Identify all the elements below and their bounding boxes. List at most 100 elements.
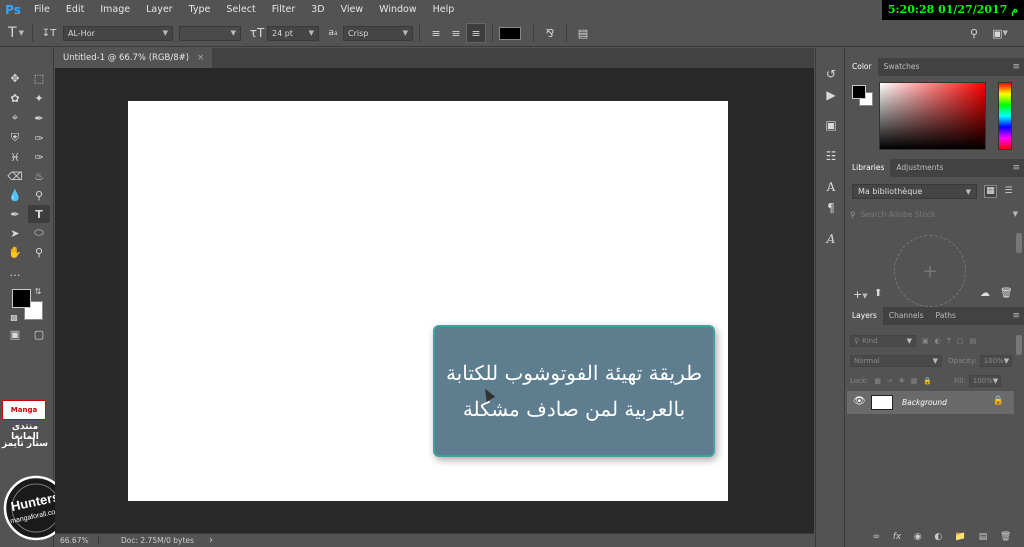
visibility-eye-icon[interactable]: 👁 (853, 396, 866, 407)
libraries-scrollbar[interactable] (1016, 233, 1022, 253)
screen-mode-icon[interactable]: ▢ (28, 325, 50, 343)
tab-color[interactable]: Color (846, 58, 878, 76)
pen-tool-icon[interactable]: ✒ (4, 205, 26, 223)
layer-lock-icon[interactable]: 🔒 (993, 396, 1004, 406)
move-tool-icon[interactable]: ✥ (4, 69, 26, 87)
dodge-tool-icon[interactable]: ⚲ (28, 186, 50, 204)
canvas-workspace[interactable]: طريقة تهيئة الفوتوشوب للكتابة بالعربية ل… (55, 68, 814, 533)
path-selection-tool-icon[interactable]: ➤ (4, 224, 26, 242)
menu-filter[interactable]: Filter (264, 0, 304, 20)
list-view-icon[interactable]: ☰ (1002, 185, 1015, 198)
history-panel-icon[interactable]: ↺ (821, 65, 841, 83)
actions-panel-icon[interactable]: ▶ (821, 86, 841, 104)
close-icon[interactable]: × (197, 48, 204, 68)
ellipse-tool-icon[interactable]: ⬭ (28, 224, 50, 242)
clone-source-panel-icon[interactable]: ☷ (821, 147, 841, 165)
color-picker-field[interactable] (879, 82, 986, 150)
layer-style-icon[interactable]: fx (893, 532, 902, 542)
menu-image[interactable]: Image (92, 0, 138, 20)
delete-layer-icon[interactable]: 🗑 (1000, 532, 1011, 542)
lock-pixels-icon[interactable]: ✑ (887, 377, 893, 385)
panel-menu-icon[interactable]: ≡ (1012, 311, 1020, 321)
filter-smart-object-icon[interactable]: ▤ (970, 337, 977, 345)
tab-channels[interactable]: Channels (883, 307, 930, 325)
eyedropper-tool-icon[interactable]: ✒ (28, 109, 50, 127)
text-color-swatch[interactable] (499, 26, 521, 40)
swap-colors-icon[interactable]: ⇅ (32, 285, 44, 297)
menu-type[interactable]: Type (181, 0, 219, 20)
text-orientation-icon[interactable]: ↧T (39, 23, 59, 43)
add-mask-icon[interactable]: ◉ (914, 532, 922, 542)
eraser-tool-icon[interactable]: ⌫ (4, 167, 26, 185)
tab-adjustments[interactable]: Adjustments (890, 159, 949, 177)
hand-tool-icon[interactable]: ✋ (4, 243, 26, 261)
lock-all-icon[interactable]: 🔒 (923, 377, 932, 385)
fill-field[interactable]: 100% ▼ (968, 374, 1001, 387)
antialias-select[interactable]: Crisp ▼ (343, 25, 413, 41)
stock-search-field[interactable]: ⚲ Search Adobe Stock ▼ (850, 207, 1018, 221)
search-icon[interactable]: ⚲ (964, 23, 984, 43)
library-drop-zone[interactable]: + (894, 235, 966, 307)
creative-cloud-icon[interactable]: ☁ (980, 288, 990, 299)
type-tool-icon[interactable]: T (28, 205, 50, 223)
menu-help[interactable]: Help (425, 0, 463, 20)
tab-swatches[interactable]: Swatches (878, 58, 926, 76)
filter-adjustment-icon[interactable]: ◐ (935, 337, 941, 345)
character-panel-icon[interactable]: ▤ (573, 23, 593, 43)
add-content-icon[interactable]: +▼ (853, 288, 868, 301)
opacity-field[interactable]: 100% ▼ (979, 354, 1012, 367)
blend-mode-select[interactable]: Normal ▼ (850, 354, 942, 367)
font-family-select[interactable]: AL-Hor ▼ (63, 25, 173, 41)
marquee-tool-icon[interactable]: ⬚ (28, 69, 50, 87)
lock-artboard-icon[interactable]: ▦ (911, 377, 918, 385)
menu-layer[interactable]: Layer (138, 0, 181, 20)
filter-shape-icon[interactable]: □ (957, 337, 964, 345)
align-center-icon[interactable]: ≡ (446, 23, 466, 43)
menu-file[interactable]: File (26, 0, 58, 20)
grid-view-icon[interactable]: ▦ (984, 185, 997, 198)
layers-scrollbar[interactable] (1016, 335, 1022, 355)
warp-text-icon[interactable]: ⅋ (540, 23, 560, 43)
zoom-tool-icon[interactable]: ⚲ (28, 243, 50, 261)
quick-mask-icon[interactable]: ▣ (4, 325, 26, 343)
layer-row-background[interactable]: 👁 Background 🔒 (847, 391, 1014, 414)
menu-edit[interactable]: Edit (58, 0, 92, 20)
default-colors-icon[interactable]: ▩ (8, 311, 20, 323)
paragraph-panel-icon[interactable]: ¶ (821, 199, 841, 217)
menu-window[interactable]: Window (371, 0, 424, 20)
library-select[interactable]: Ma bibliothèque ▼ (852, 184, 977, 199)
lock-transparency-icon[interactable]: ▩ (874, 377, 881, 385)
menu-3d[interactable]: 3D (303, 0, 332, 20)
hue-slider[interactable] (998, 82, 1012, 150)
workspace-icon[interactable]: ▣ ▼ (990, 23, 1010, 43)
link-layers-icon[interactable]: ∞ (873, 532, 881, 542)
new-group-icon[interactable]: 📁 (955, 532, 966, 542)
panel-menu-icon[interactable]: ≡ (1012, 62, 1020, 72)
tab-libraries[interactable]: Libraries (846, 159, 891, 177)
history-brush-tool-icon[interactable]: ✑ (28, 148, 50, 166)
font-style-select[interactable]: ▼ (179, 25, 241, 41)
foreground-color-swatch[interactable] (12, 289, 31, 308)
font-size-select[interactable]: 24 pt ▼ (267, 25, 319, 41)
paint-bucket-tool-icon[interactable]: ♨ (28, 167, 50, 185)
lock-position-icon[interactable]: ✥ (899, 377, 905, 385)
align-left-icon[interactable]: ≡ (426, 23, 446, 43)
menu-view[interactable]: View (333, 0, 372, 20)
lasso-tool-icon[interactable]: ✿ (4, 89, 26, 107)
blur-tool-icon[interactable]: 💧 (4, 186, 26, 204)
upload-icon[interactable]: ⬆ (874, 288, 882, 299)
glyphs-panel-icon[interactable]: A (821, 230, 841, 248)
trash-icon[interactable]: 🗑 (1000, 288, 1013, 299)
more-tools-icon[interactable]: … (4, 263, 26, 281)
new-layer-icon[interactable]: ▤ (979, 532, 988, 542)
tab-layers[interactable]: Layers (846, 307, 883, 325)
crop-tool-icon[interactable]: ⌖ (4, 109, 26, 127)
filter-pixel-icon[interactable]: ▣ (922, 337, 929, 345)
color-panel-foreground-swatch[interactable] (852, 85, 866, 99)
menu-select[interactable]: Select (218, 0, 263, 20)
adjustment-layer-icon[interactable]: ◐ (934, 532, 942, 542)
document-tab[interactable]: Untitled-1 @ 66.7% (RGB/8#) × (55, 48, 213, 68)
character-panel-icon[interactable]: A (821, 178, 841, 196)
properties-panel-icon[interactable]: ▣ (821, 116, 841, 134)
healing-brush-tool-icon[interactable]: ⛨ (4, 129, 26, 147)
